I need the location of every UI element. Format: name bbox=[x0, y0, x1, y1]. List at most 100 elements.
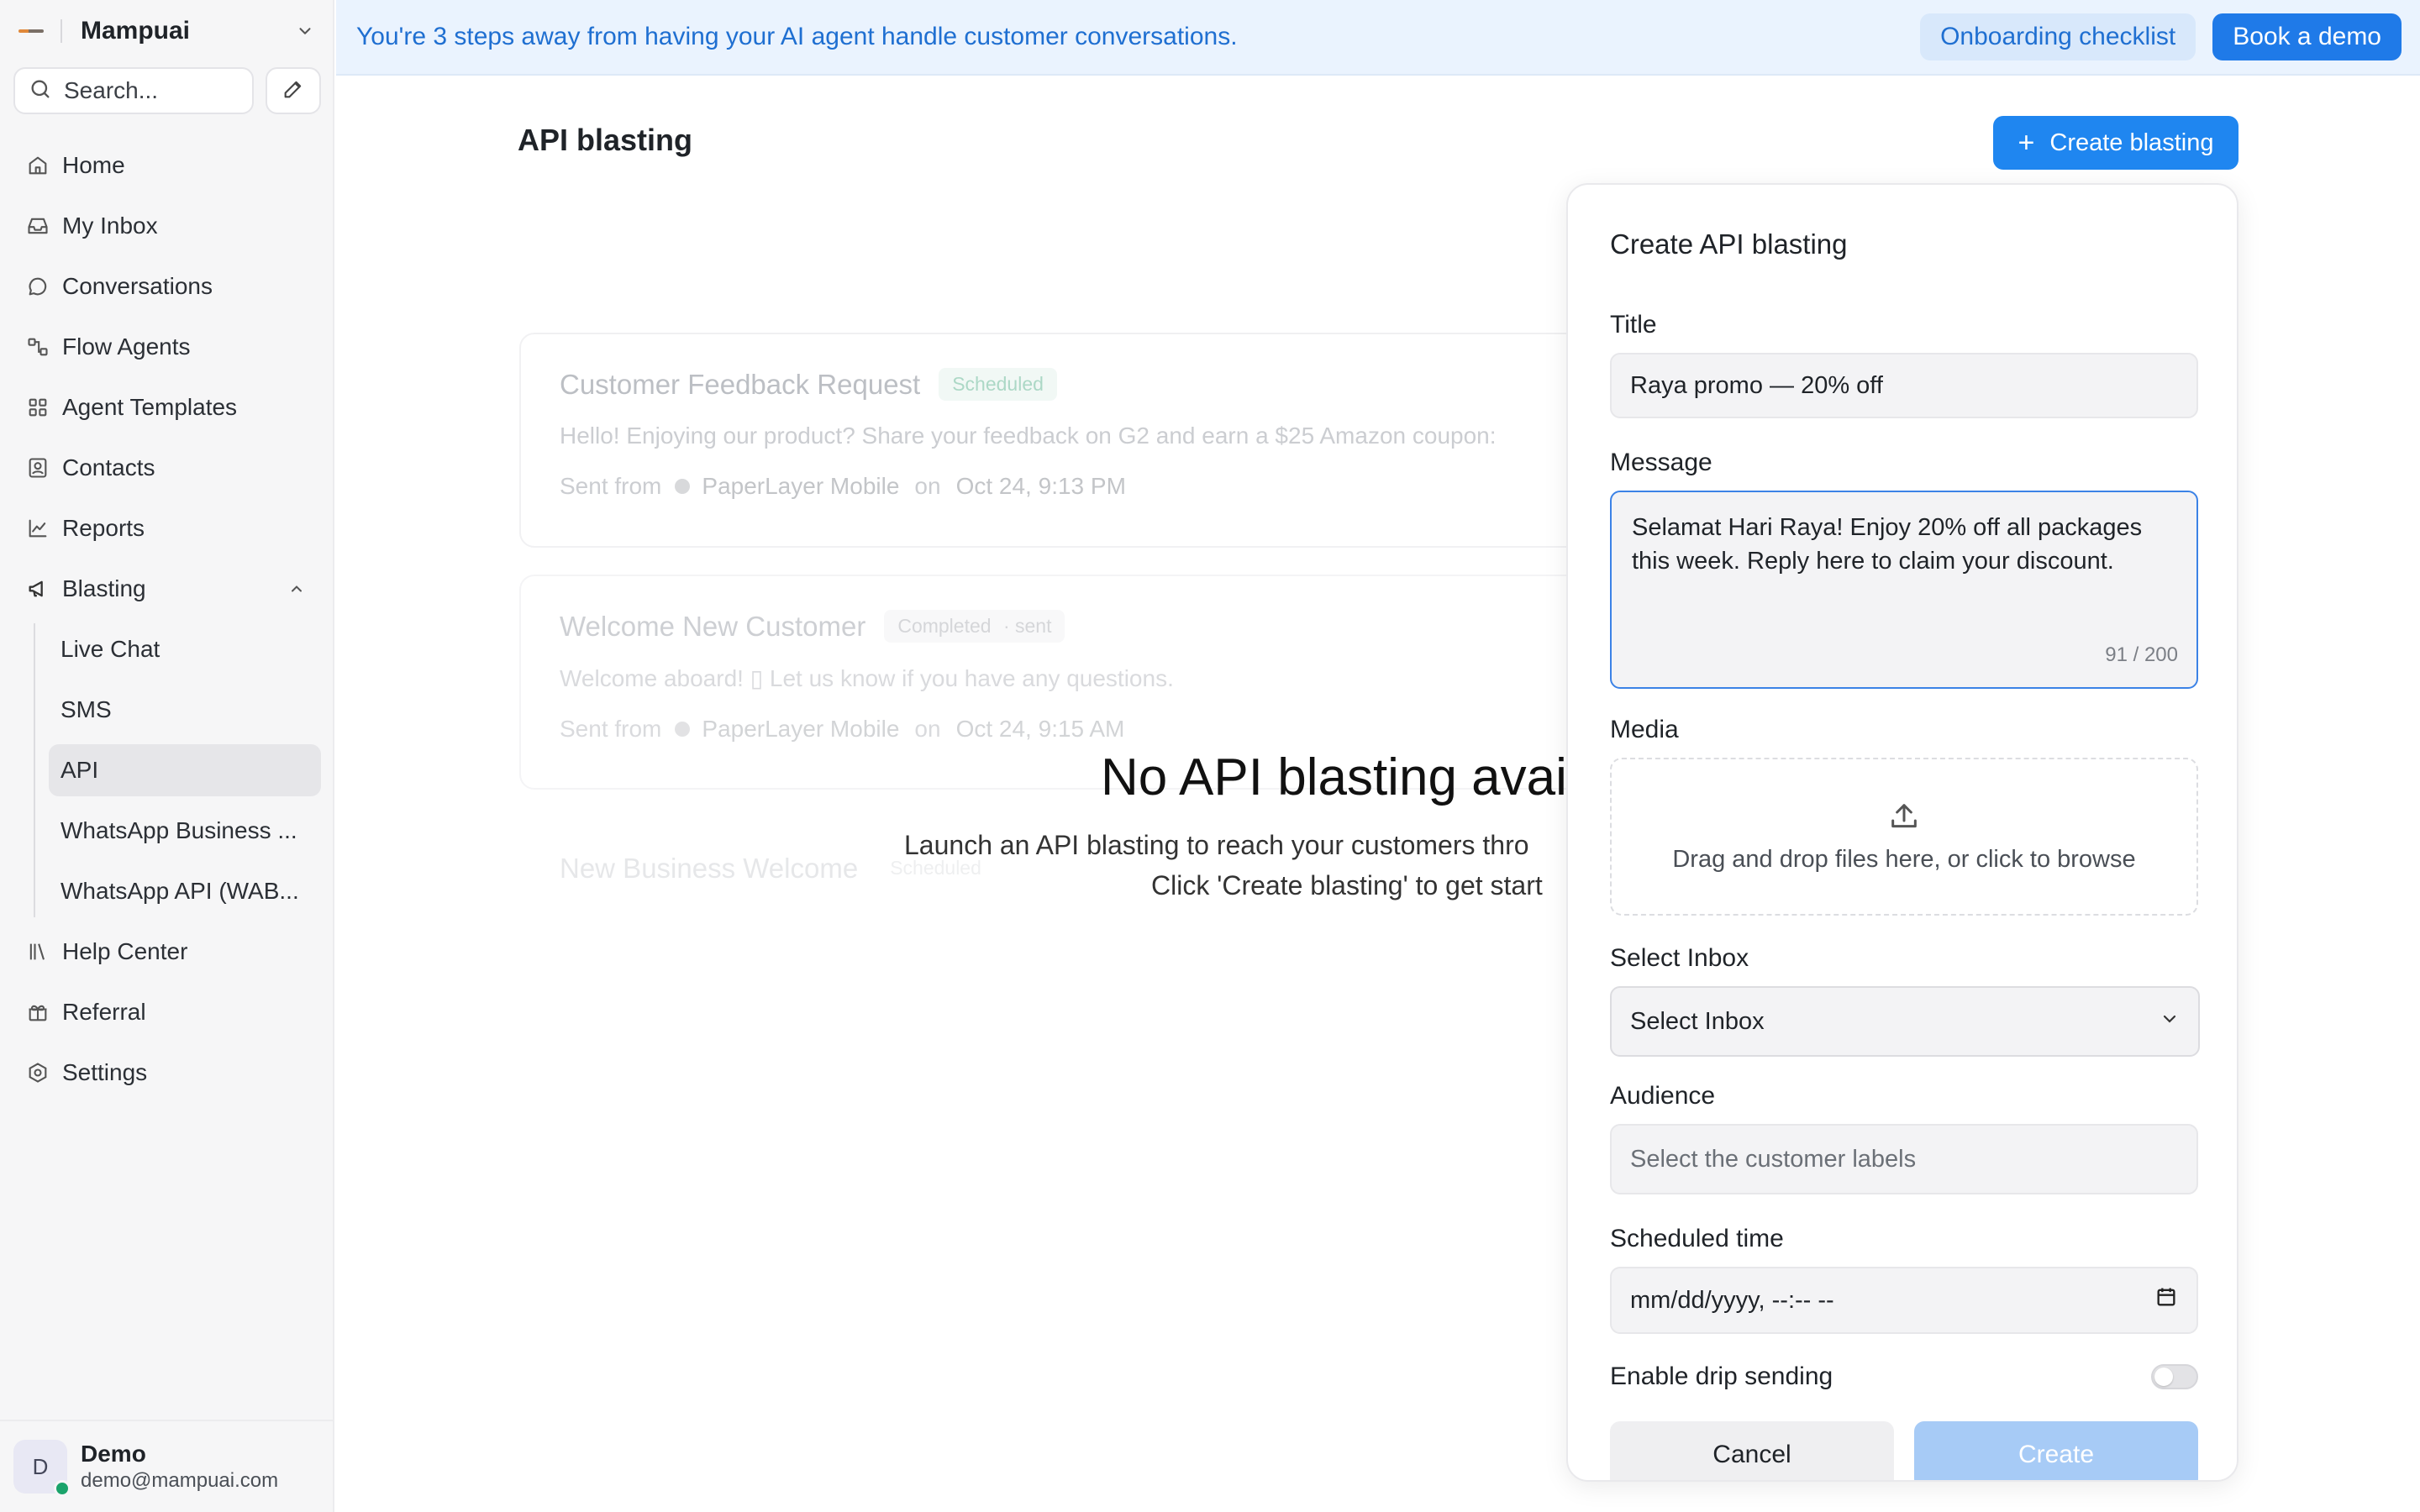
create-button[interactable]: Create bbox=[1914, 1421, 2198, 1480]
sidebar-item-label: Home bbox=[62, 152, 125, 178]
create-blasting-button[interactable]: + Create blasting bbox=[1993, 116, 2238, 170]
title-input[interactable]: Raya promo — 20% off bbox=[1610, 353, 2198, 418]
pencil-icon bbox=[281, 77, 305, 105]
drip-sending-toggle[interactable] bbox=[2151, 1364, 2198, 1389]
chart-icon bbox=[24, 514, 52, 543]
plus-icon: + bbox=[2018, 127, 2035, 159]
sidebar-item-blasting[interactable]: Blasting bbox=[13, 563, 321, 615]
workspace-switcher[interactable]: Mampuai bbox=[18, 12, 318, 50]
scheduled-time-input[interactable]: mm/dd/yyyy, --:-- -- bbox=[1610, 1267, 2198, 1334]
sent-from-label: Sent from bbox=[560, 473, 662, 499]
audience-label: Audience bbox=[1610, 1082, 1716, 1110]
sidebar-item-label: Help Center bbox=[62, 938, 188, 964]
audience-placeholder: Select the customer labels bbox=[1630, 1145, 1917, 1173]
sent-date: Oct 24, 9:13 PM bbox=[955, 473, 1126, 499]
inbox-icon bbox=[24, 212, 52, 240]
sidebar-item-conversations[interactable]: Conversations bbox=[13, 260, 321, 312]
status-badge-extra: · sent bbox=[1002, 615, 1052, 637]
book-demo-button[interactable]: Book a demo bbox=[2212, 13, 2402, 60]
status-badge: Completed bbox=[897, 615, 992, 637]
upload-icon bbox=[1887, 800, 1921, 837]
search-icon bbox=[29, 77, 52, 105]
onboarding-checklist-button[interactable]: Onboarding checklist bbox=[1920, 13, 2196, 60]
title-input-value: Raya promo — 20% off bbox=[1630, 371, 1883, 399]
sidebar-item-whatsapp-api[interactable]: WhatsApp API (WAB... bbox=[49, 865, 321, 917]
audience-select[interactable]: Select the customer labels bbox=[1610, 1124, 2198, 1194]
cancel-button[interactable]: Cancel bbox=[1610, 1421, 1894, 1480]
calendar-icon[interactable] bbox=[2154, 1285, 2178, 1315]
home-icon bbox=[24, 151, 52, 180]
media-dropzone[interactable]: Drag and drop files here, or click to br… bbox=[1610, 758, 2198, 916]
schedule-label: Scheduled time bbox=[1610, 1225, 1784, 1252]
chevron-down-icon[interactable] bbox=[292, 18, 318, 44]
chat-icon bbox=[24, 272, 52, 301]
empty-state-title: No API blasting availa bbox=[1101, 748, 1608, 806]
sidebar-item-label: Blasting bbox=[62, 575, 146, 601]
sidebar-item-whatsapp-business[interactable]: WhatsApp Business ... bbox=[49, 805, 321, 857]
chevron-up-icon[interactable] bbox=[282, 575, 311, 603]
user-info: Demo demo@mampuai.com bbox=[81, 1441, 278, 1493]
workspace-name: Mampuai bbox=[81, 17, 191, 45]
compose-button[interactable] bbox=[266, 67, 321, 114]
card-message: Hello! Enjoying our product? Share your … bbox=[560, 423, 1497, 449]
drip-label: Enable drip sending bbox=[1610, 1362, 1833, 1390]
avatar-initial: D bbox=[32, 1453, 49, 1479]
create-blasting-label: Create blasting bbox=[2049, 129, 2214, 156]
sidebar-item-live-chat[interactable]: Live Chat bbox=[49, 623, 321, 675]
sidebar-item-label: Referral bbox=[62, 999, 146, 1025]
grid-icon bbox=[24, 393, 52, 422]
sidebar-item-api[interactable]: API bbox=[49, 744, 321, 796]
settings-icon bbox=[24, 1058, 52, 1087]
sent-date: Oct 24, 9:15 AM bbox=[955, 716, 1125, 742]
message-textarea[interactable]: Selamat Hari Raya! Enjoy 20% off all pac… bbox=[1610, 491, 2198, 689]
inbox-dot-icon bbox=[675, 479, 691, 494]
sent-from-label: Sent from bbox=[560, 716, 662, 742]
search-box[interactable] bbox=[13, 67, 254, 114]
toggle-knob bbox=[2154, 1368, 2173, 1386]
user-email: demo@mampuai.com bbox=[81, 1469, 279, 1492]
sidebar-item-flow-agents[interactable]: Flow Agents bbox=[13, 321, 321, 373]
sidebar-item-label: Flow Agents bbox=[62, 333, 191, 360]
sidebar-item-label: Contacts bbox=[62, 454, 155, 480]
sidebar-item-referral[interactable]: Referral bbox=[13, 986, 321, 1038]
sidebar-item-reports[interactable]: Reports bbox=[13, 502, 321, 554]
chevron-down-icon bbox=[2160, 1008, 2180, 1036]
sidebar: Mampuai Home My Inbox Conversations F bbox=[0, 0, 334, 1512]
page-title: API blasting bbox=[518, 123, 693, 157]
brand-logo bbox=[18, 29, 44, 33]
sidebar-item-sms[interactable]: SMS bbox=[49, 684, 321, 736]
banner-text: You're 3 steps away from having your AI … bbox=[356, 23, 1238, 50]
onboarding-banner: You're 3 steps away from having your AI … bbox=[336, 0, 2420, 76]
media-label: Media bbox=[1610, 716, 1679, 743]
empty-state-subtitle: Launch an API blasting to reach your cus… bbox=[904, 830, 1529, 860]
sidebar-item-my-inbox[interactable]: My Inbox bbox=[13, 200, 321, 252]
blasting-card: Customer Feedback Request Scheduled Hell… bbox=[519, 333, 1696, 548]
user-name: Demo bbox=[81, 1441, 146, 1467]
megaphone-icon bbox=[24, 575, 52, 603]
search-input[interactable] bbox=[64, 77, 232, 104]
sidebar-item-help-center[interactable]: Help Center bbox=[13, 926, 321, 978]
contacts-icon bbox=[24, 454, 52, 482]
message-label: Message bbox=[1610, 449, 1712, 476]
inbox-select[interactable]: Select Inbox bbox=[1610, 986, 2200, 1057]
divider bbox=[60, 19, 62, 43]
inbox-name: PaperLayer Mobile bbox=[702, 716, 900, 742]
sidebar-item-agent-templates[interactable]: Agent Templates bbox=[13, 381, 321, 433]
blasting-subnav: Live Chat SMS API WhatsApp Business ... … bbox=[34, 623, 321, 917]
empty-state-hint: Click 'Create blasting' to get start bbox=[1151, 870, 1543, 900]
sidebar-item-settings[interactable]: Settings bbox=[13, 1047, 321, 1099]
avatar: D bbox=[13, 1440, 71, 1497]
sidebar-item-contacts[interactable]: Contacts bbox=[13, 442, 321, 494]
card-title: Customer Feedback Request bbox=[560, 368, 921, 400]
gift-icon bbox=[24, 998, 52, 1026]
panel-title: Create API blasting bbox=[1610, 228, 1848, 260]
sidebar-item-label: Settings bbox=[62, 1059, 148, 1085]
user-profile[interactable]: D Demo demo@mampuai.com bbox=[0, 1420, 334, 1512]
inbox-name: PaperLayer Mobile bbox=[702, 473, 900, 499]
inbox-select-value: Select Inbox bbox=[1630, 1007, 1765, 1035]
message-value: Selamat Hari Raya! Enjoy 20% off all pac… bbox=[1632, 514, 2143, 575]
library-icon bbox=[24, 937, 52, 966]
inbox-dot-icon bbox=[675, 722, 691, 737]
sidebar-item-home[interactable]: Home bbox=[13, 139, 321, 192]
main-nav: Home My Inbox Conversations Flow Agents … bbox=[13, 139, 321, 1107]
